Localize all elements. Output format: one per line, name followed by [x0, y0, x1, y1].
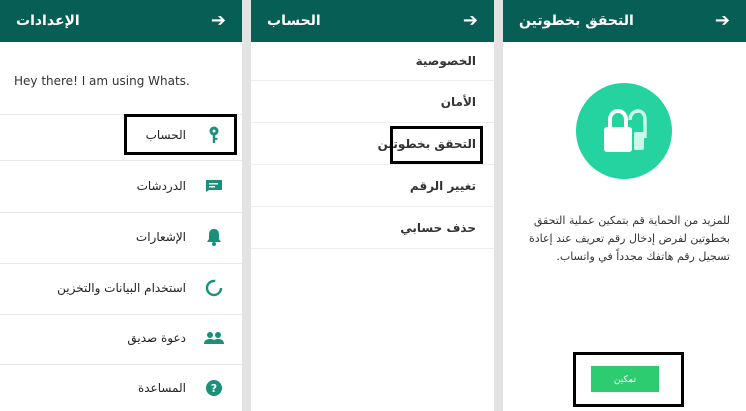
settings-item-label: الدردشات: [136, 179, 186, 193]
divider: [0, 212, 242, 213]
divider: [251, 164, 494, 165]
bell-icon: [202, 225, 226, 249]
divider: [0, 364, 242, 365]
two-step-header: ➔ التحقق بخطوتين: [503, 0, 746, 42]
account-title: الحساب: [267, 13, 321, 29]
two-step-title: التحقق بخطوتين: [519, 13, 634, 29]
settings-item-help[interactable]: المساعدة ?: [0, 368, 242, 408]
settings-header: ➔ الإعدادات: [0, 0, 242, 42]
data-usage-icon: [202, 276, 226, 300]
account-header: ➔ الحساب: [251, 0, 494, 42]
account-item-change-number[interactable]: تغيير الرقم: [251, 166, 494, 206]
settings-item-label: المساعدة: [137, 381, 186, 395]
settings-title: الإعدادات: [16, 13, 80, 29]
panel-separator: [494, 0, 503, 411]
lock-icon: [604, 108, 647, 152]
divider: [251, 80, 494, 81]
settings-item-notifications[interactable]: الإشعارات: [0, 217, 242, 257]
settings-item-label: دعوة صديق: [127, 331, 186, 345]
account-item-two-step[interactable]: التحقق بخطوتين: [251, 124, 494, 164]
account-item-label: التحقق بخطوتين: [377, 137, 476, 151]
key-icon: [202, 123, 226, 147]
enable-button[interactable]: تمكين: [591, 366, 659, 392]
arrow-icon[interactable]: ➔: [211, 12, 226, 30]
settings-item-label: الحساب: [145, 128, 186, 142]
account-item-privacy[interactable]: الخصوصية: [251, 41, 494, 81]
settings-item-account[interactable]: الحساب: [0, 115, 242, 155]
two-step-panel: ➔ التحقق بخطوتين للمزيد من الحماية قم بت…: [503, 0, 746, 411]
two-step-description: للمزيد من الحماية قم بتمكين عملية التحقق…: [528, 214, 730, 263]
divider: [251, 206, 494, 207]
help-icon: ?: [202, 376, 226, 400]
account-item-security[interactable]: الأمان: [251, 82, 494, 122]
people-icon: [202, 326, 226, 350]
divider: [0, 314, 242, 315]
account-item-label: حذف حسابي: [400, 221, 476, 235]
svg-text:?: ?: [211, 382, 217, 395]
panel-separator: [242, 0, 251, 411]
settings-item-chats[interactable]: الدردشات: [0, 166, 242, 206]
account-panel: ➔ الحساب الخصوصية الأمان التحقق بخطوتين …: [251, 0, 494, 411]
account-item-label: الأمان: [440, 95, 476, 109]
settings-item-label: استخدام البيانات والتخزين: [57, 281, 186, 295]
divider: [0, 160, 242, 161]
divider: [251, 122, 494, 123]
account-item-label: تغيير الرقم: [409, 179, 476, 193]
divider: [0, 263, 242, 264]
account-item-delete[interactable]: حذف حسابي: [251, 208, 494, 248]
settings-item-data-storage[interactable]: استخدام البيانات والتخزين: [0, 268, 242, 308]
settings-panel: ➔ الإعدادات Hey there! I am using Whats.…: [0, 0, 242, 411]
lock-circle: [576, 83, 672, 179]
arrow-icon[interactable]: ➔: [463, 12, 478, 30]
profile-status[interactable]: Hey there! I am using Whats.: [14, 74, 190, 88]
chat-icon: [202, 174, 226, 198]
arrow-icon[interactable]: ➔: [715, 12, 730, 30]
divider: [251, 248, 494, 249]
settings-item-label: الإشعارات: [135, 230, 186, 244]
account-item-label: الخصوصية: [415, 54, 476, 68]
settings-item-invite[interactable]: دعوة صديق: [0, 318, 242, 358]
